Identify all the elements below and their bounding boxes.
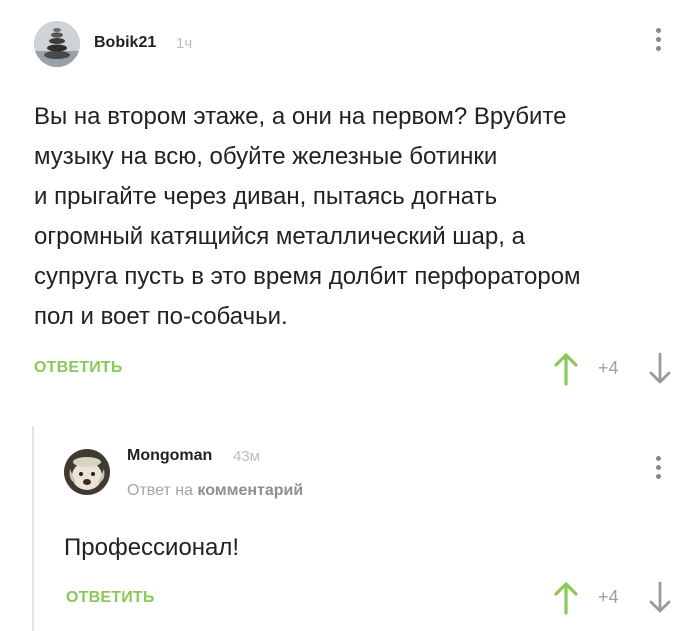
comment-time: 43м xyxy=(233,448,260,465)
more-vertical-icon[interactable] xyxy=(656,28,662,56)
comment-text-line: и прыгайте через диван, пытаясь догнать xyxy=(34,183,498,210)
user-avatar[interactable] xyxy=(34,21,80,67)
username[interactable]: Mongoman xyxy=(127,447,212,465)
comment-text: Профессионал! xyxy=(64,528,664,568)
comment-text-line: супруга пусть в это время долбит перфора… xyxy=(34,263,581,290)
more-vertical-icon[interactable] xyxy=(656,456,662,484)
downvote-arrow-icon[interactable] xyxy=(646,581,674,615)
reply-to-link[interactable]: комментарий xyxy=(197,482,303,499)
reply-button[interactable]: ОТВЕТИТЬ xyxy=(34,359,123,377)
upvote-arrow-icon[interactable] xyxy=(552,581,580,615)
reply-to-info: Ответ на комментарий xyxy=(127,482,303,500)
vote-controls: +4 xyxy=(552,348,682,388)
username[interactable]: Bobik21 xyxy=(94,34,156,52)
upvote-arrow-icon[interactable] xyxy=(552,352,580,386)
rating-value: +4 xyxy=(598,587,619,607)
stone-stack-avatar xyxy=(34,21,80,67)
rating-value: +4 xyxy=(598,358,619,378)
dog-avatar xyxy=(64,449,110,495)
comment-text-line: Профессионал! xyxy=(64,534,240,561)
comment-text-line: Вы на втором этаже, а они на первом? Вру… xyxy=(34,103,567,130)
reply-to-prefix: Ответ на xyxy=(127,482,193,499)
user-avatar[interactable] xyxy=(64,449,110,495)
comment-time: 1ч xyxy=(176,35,193,52)
reply-comment: Mongoman 43м Ответ на комментарий Профес… xyxy=(0,400,700,631)
comment-text-line: музыку на всю, обуйте железные ботинки xyxy=(34,143,498,170)
downvote-arrow-icon[interactable] xyxy=(646,352,674,386)
comment-text-line: огромный катящийся металлический шар, а xyxy=(34,223,525,250)
comment-text: Вы на втором этаже, а они на первом? Вру… xyxy=(34,97,684,337)
comment: Bobik21 1ч Вы на втором этаже, а они на … xyxy=(0,0,700,400)
comment-text-line: пол и воет по-собачьи. xyxy=(34,303,288,330)
thread-line[interactable] xyxy=(32,426,34,631)
vote-controls: +4 xyxy=(552,577,682,617)
reply-button[interactable]: ОТВЕТИТЬ xyxy=(66,589,155,607)
